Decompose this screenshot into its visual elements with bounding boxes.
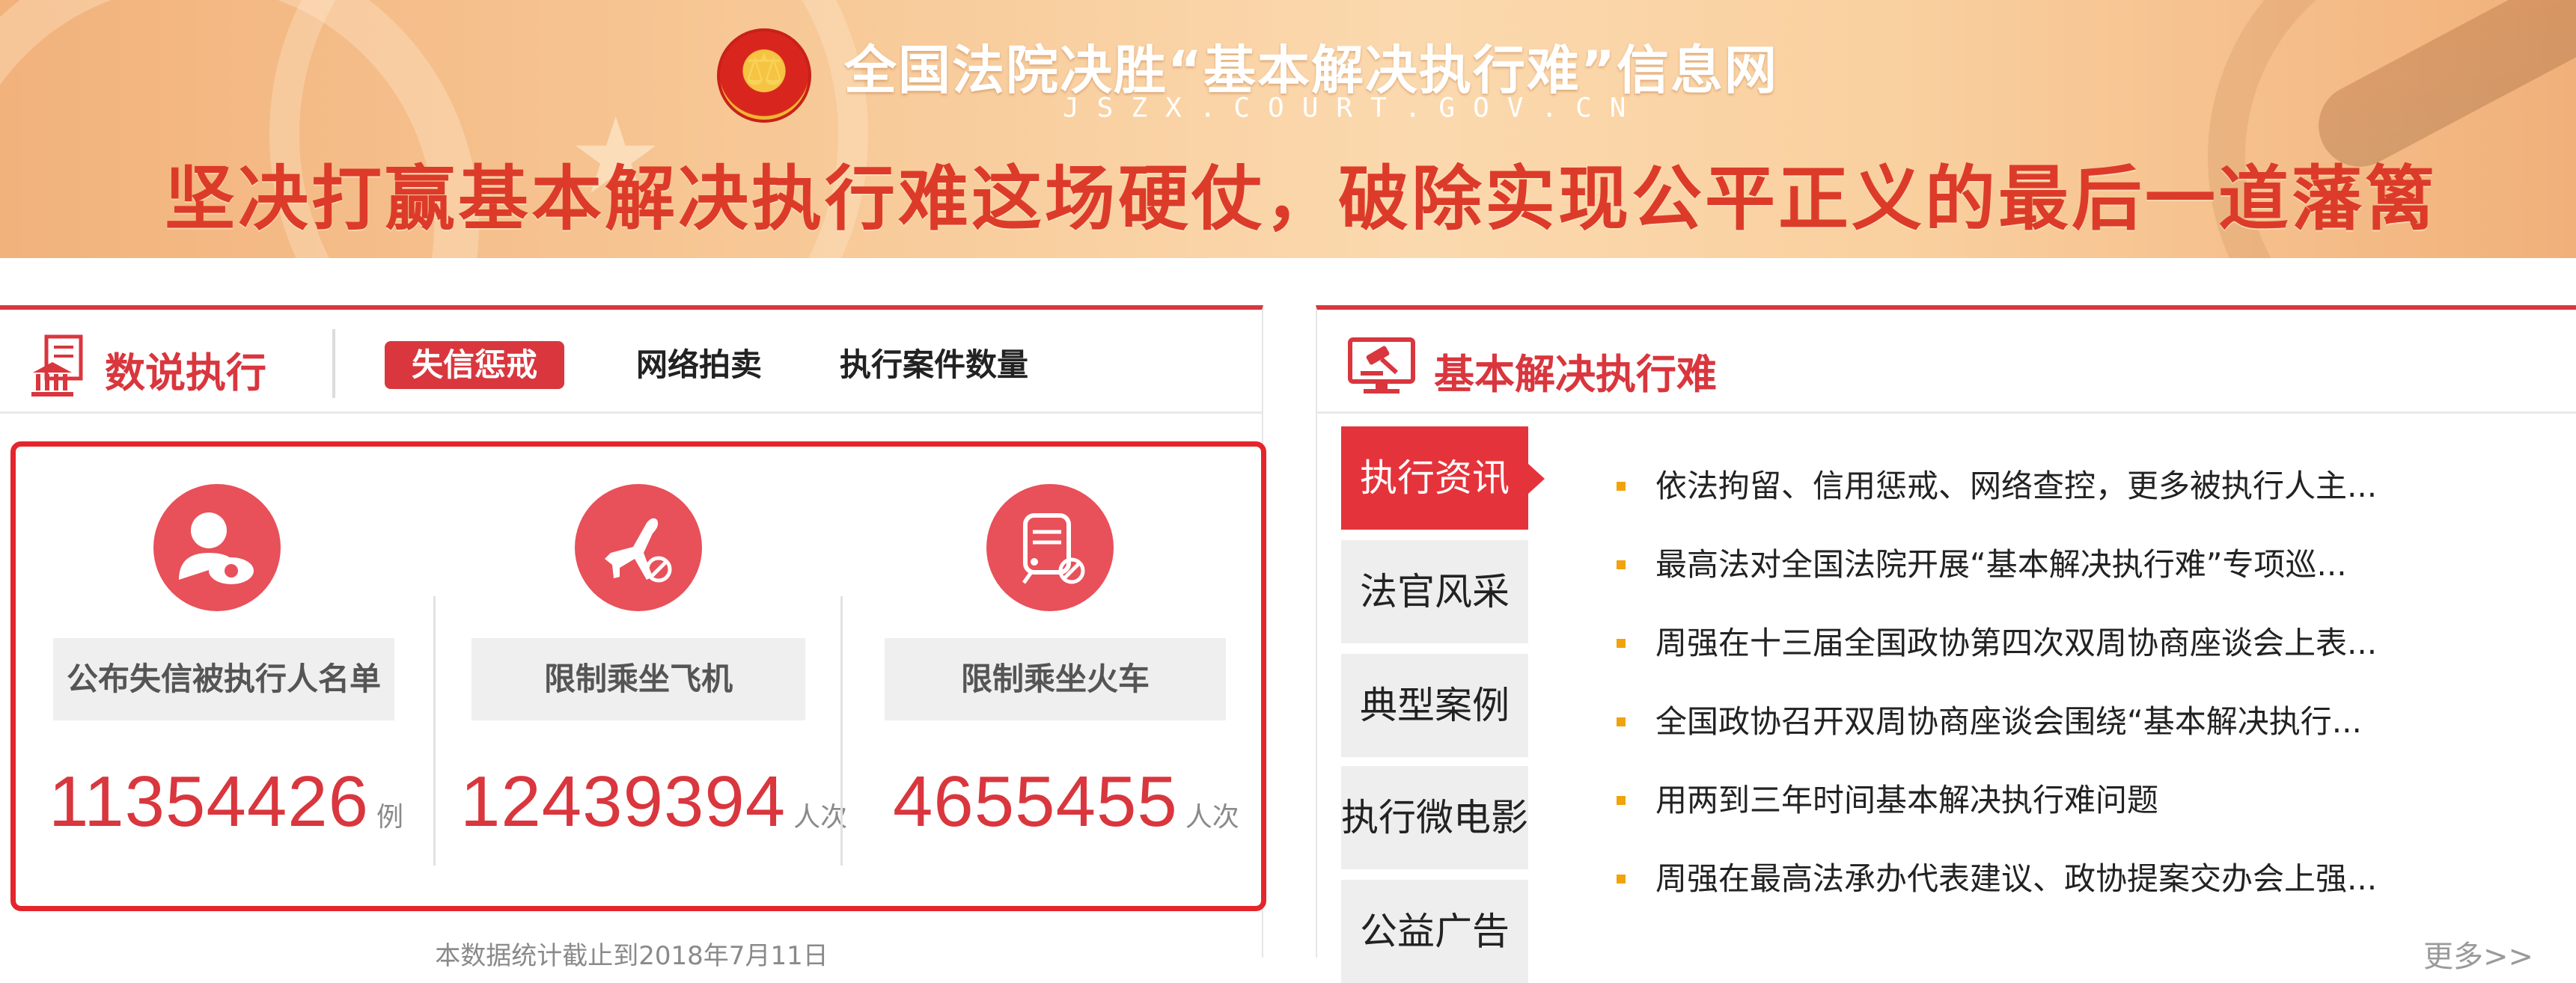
side-tab-cases[interactable]: 典型案例 (1341, 654, 1528, 757)
news-panel-header: 基本解决执行难 (1317, 310, 2576, 414)
data-panel-header: 数说执行 失信惩戒 网络拍卖 执行案件数量 (0, 310, 1262, 414)
stat-unit: 例 (376, 802, 404, 833)
news-item-title[interactable]: 全国政协召开双周协商座谈会围绕“基本解决执行... (1655, 703, 2362, 740)
data-panel: 数说执行 失信惩戒 网络拍卖 执行案件数量 公布失信被执行人名单 1135442… (0, 305, 1266, 971)
site-domain: JSZX.COURT.GOV.CN (1063, 93, 1644, 123)
header-divider (332, 329, 335, 398)
stat-unit: 人次 (793, 802, 848, 833)
header-banner: ★ ⚖ 全国法院决胜“基本解决执行难”信息网 JSZX.COURT.GOV.CN… (0, 0, 2576, 258)
stat-label: 限制乘坐火车 (885, 638, 1226, 720)
court-emblem-icon[interactable]: ⚖ (717, 28, 811, 123)
stat-card: 限制乘坐飞机 12439394 人次 (436, 447, 847, 906)
tab-case-count[interactable]: 执行案件数量 (840, 341, 1028, 389)
side-tab-micro-films[interactable]: 执行微电影 (1341, 766, 1528, 869)
stat-value-row: 11354426 例 (49, 761, 403, 843)
airplane-banned-icon (575, 484, 702, 611)
tab-credit-punishment[interactable]: 失信惩戒 (385, 341, 565, 389)
train-banned-icon (986, 484, 1114, 611)
bullet-icon (1617, 796, 1626, 805)
news-item[interactable]: 依法拘留、信用惩戒、网络查控，更多被执行人主... (1617, 459, 2545, 538)
news-panel: 基本解决执行难 执行资讯 法官风采 典型案例 执行微电影 公益广告 依法拘留、信… (1316, 305, 2576, 983)
side-tab-news[interactable]: 执行资讯 (1341, 426, 1545, 530)
side-tab-judges[interactable]: 法官风采 (1341, 540, 1528, 643)
news-list: 依法拘留、信用惩戒、网络查控，更多被执行人主... 最高法对全国法院开展“基本解… (1617, 459, 2545, 931)
gavel-monitor-icon (1348, 337, 1415, 393)
more-link[interactable]: 更多>> (2423, 932, 2533, 976)
bullet-icon (1617, 717, 1626, 726)
data-panel-title: 数说执行 (105, 349, 266, 396)
bullet-icon (1617, 482, 1626, 491)
news-item[interactable]: 周强在十三届全国政协第四次双周协商座谈会上表... (1617, 616, 2545, 695)
news-item-title[interactable]: 最高法对全国法院开展“基本解决执行难”专项巡... (1655, 546, 2347, 583)
stat-separator (433, 596, 436, 866)
news-panel-title: 基本解决执行难 (1434, 351, 1717, 398)
stat-value-row: 4655455 人次 (893, 761, 1239, 843)
news-item[interactable]: 最高法对全国法院开展“基本解决执行难”专项巡... (1617, 538, 2545, 616)
stats-highlight-box: 公布失信被执行人名单 11354426例 限制乘坐飞机 12439394人次 (10, 441, 1266, 911)
stat-card: 公布失信被执行人名单 11354426 例 (16, 447, 432, 906)
data-footnote: 本数据统计截止到2018年7月11日 (435, 941, 828, 971)
news-item-title[interactable]: 依法拘留、信用惩戒、网络查控，更多被执行人主... (1655, 468, 2377, 504)
stat-value: 4655455 (893, 762, 1178, 842)
stat-separator (840, 596, 843, 866)
news-item[interactable]: 用两到三年时间基本解决执行难问题 (1617, 774, 2545, 852)
courthouse-document-icon (31, 334, 83, 396)
news-item-title[interactable]: 周强在十三届全国政协第四次双周协商座谈会上表... (1655, 625, 2377, 661)
news-item-title[interactable]: 周强在最高法承办代表建议、政协提案交办会上强... (1655, 860, 2377, 897)
stat-value-row: 12439394 人次 (460, 761, 847, 843)
stat-label: 公布失信被执行人名单 (53, 638, 394, 720)
bullet-icon (1617, 639, 1626, 648)
stat-unit: 人次 (1185, 802, 1239, 833)
side-tab-public-ads[interactable]: 公益广告 (1341, 880, 1528, 983)
stat-value: 11354426 (49, 762, 369, 842)
stat-value: 12439394 (460, 762, 787, 842)
stat-label: 限制乘坐飞机 (471, 638, 805, 720)
news-item-title[interactable]: 用两到三年时间基本解决执行难问题 (1655, 782, 2158, 818)
stat-card: 限制乘坐火车 4655455 人次 (843, 447, 1261, 906)
bullet-icon (1617, 560, 1626, 569)
person-eye-icon (153, 484, 281, 611)
news-item[interactable]: 周强在最高法承办代表建议、政协提案交办会上强... (1617, 852, 2545, 931)
banner-slogan: 坚决打赢基本解决执行难这场硬仗，破除实现公平正义的最后一道藩篱 (165, 159, 2439, 240)
bullet-icon (1617, 875, 1626, 884)
tab-online-auction[interactable]: 网络拍卖 (636, 341, 762, 389)
news-item[interactable]: 全国政协召开双周协商座谈会围绕“基本解决执行... (1617, 695, 2545, 774)
